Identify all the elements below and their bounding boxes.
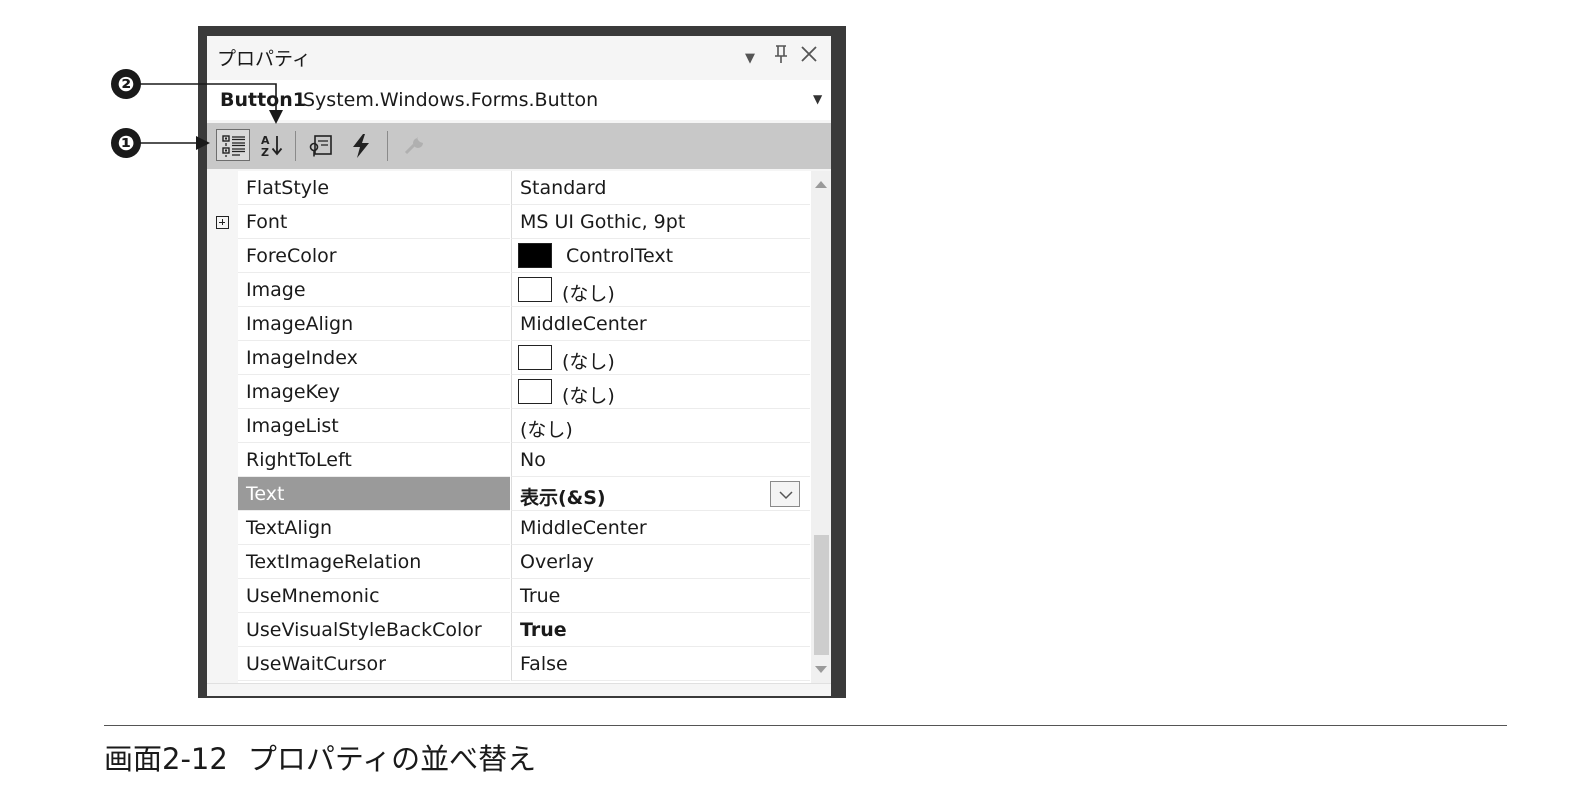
caption-divider [104, 725, 1507, 726]
callout-two-badge: ❷ [111, 69, 141, 99]
caption-text: プロパティの並べ替え [247, 742, 537, 776]
callout-arrows [140, 83, 283, 150]
figure-caption: 画面2-12 プロパティの並べ替え [104, 736, 536, 778]
caption-number: 画面2-12 [104, 742, 228, 776]
callout-one-badge: ❶ [111, 128, 141, 158]
